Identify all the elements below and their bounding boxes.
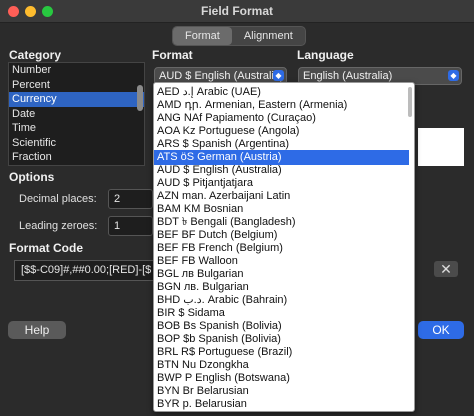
ok-button[interactable]: OK (418, 321, 464, 339)
category-list[interactable]: Number Percent Currency Date Time Scient… (8, 62, 145, 166)
leading-zeroes-input[interactable]: 1 (108, 216, 153, 236)
category-header: Category (9, 48, 62, 62)
category-item-percent[interactable]: Percent (9, 78, 144, 93)
category-item-scientific[interactable]: Scientific (9, 136, 144, 151)
tab-format[interactable]: Format (173, 27, 232, 45)
category-item-date[interactable]: Date (9, 107, 144, 122)
format-code-input[interactable]: [$$-C09]#,##0.00;[RED]-[$ (14, 260, 172, 281)
language-select-value: English (Australia) (303, 70, 393, 82)
format-dropdown-list[interactable]: AED إ.د Arabic (UAE) AMD դր. Armenian, Ea… (153, 82, 415, 412)
category-item-fraction[interactable]: Fraction (9, 150, 144, 165)
format-select-value: AUD $ English (Australia) (159, 70, 284, 82)
category-scrollbar[interactable] (137, 85, 143, 111)
help-button[interactable]: Help (8, 321, 66, 339)
category-item-currency[interactable]: Currency (9, 92, 144, 107)
dropdown-scrollbar[interactable] (408, 87, 412, 117)
window-title: Field Format (200, 4, 273, 18)
decimal-places-input[interactable]: 2 (108, 189, 153, 209)
delete-format-button[interactable]: ✕ (434, 261, 458, 277)
chevron-updown-icon: ◆ (448, 70, 459, 81)
chevron-updown-icon: ◆ (273, 70, 284, 81)
language-header: Language (297, 48, 354, 62)
category-item-time[interactable]: Time (9, 121, 144, 136)
format-header: Format (152, 48, 193, 62)
decimal-places-label: Decimal places: (19, 193, 97, 205)
dropdown-option[interactable]: BYR p. Belarusian (154, 397, 409, 411)
leading-zeroes-label: Leading zeroes: (19, 220, 98, 232)
tab-bar: Format Alignment (172, 26, 306, 46)
format-preview (418, 128, 464, 166)
options-header: Options (9, 170, 55, 184)
tab-alignment[interactable]: Alignment (232, 27, 305, 45)
format-code-header: Format Code (9, 241, 84, 255)
title-bar: Field Format (0, 0, 474, 23)
category-item-number[interactable]: Number (9, 63, 144, 78)
